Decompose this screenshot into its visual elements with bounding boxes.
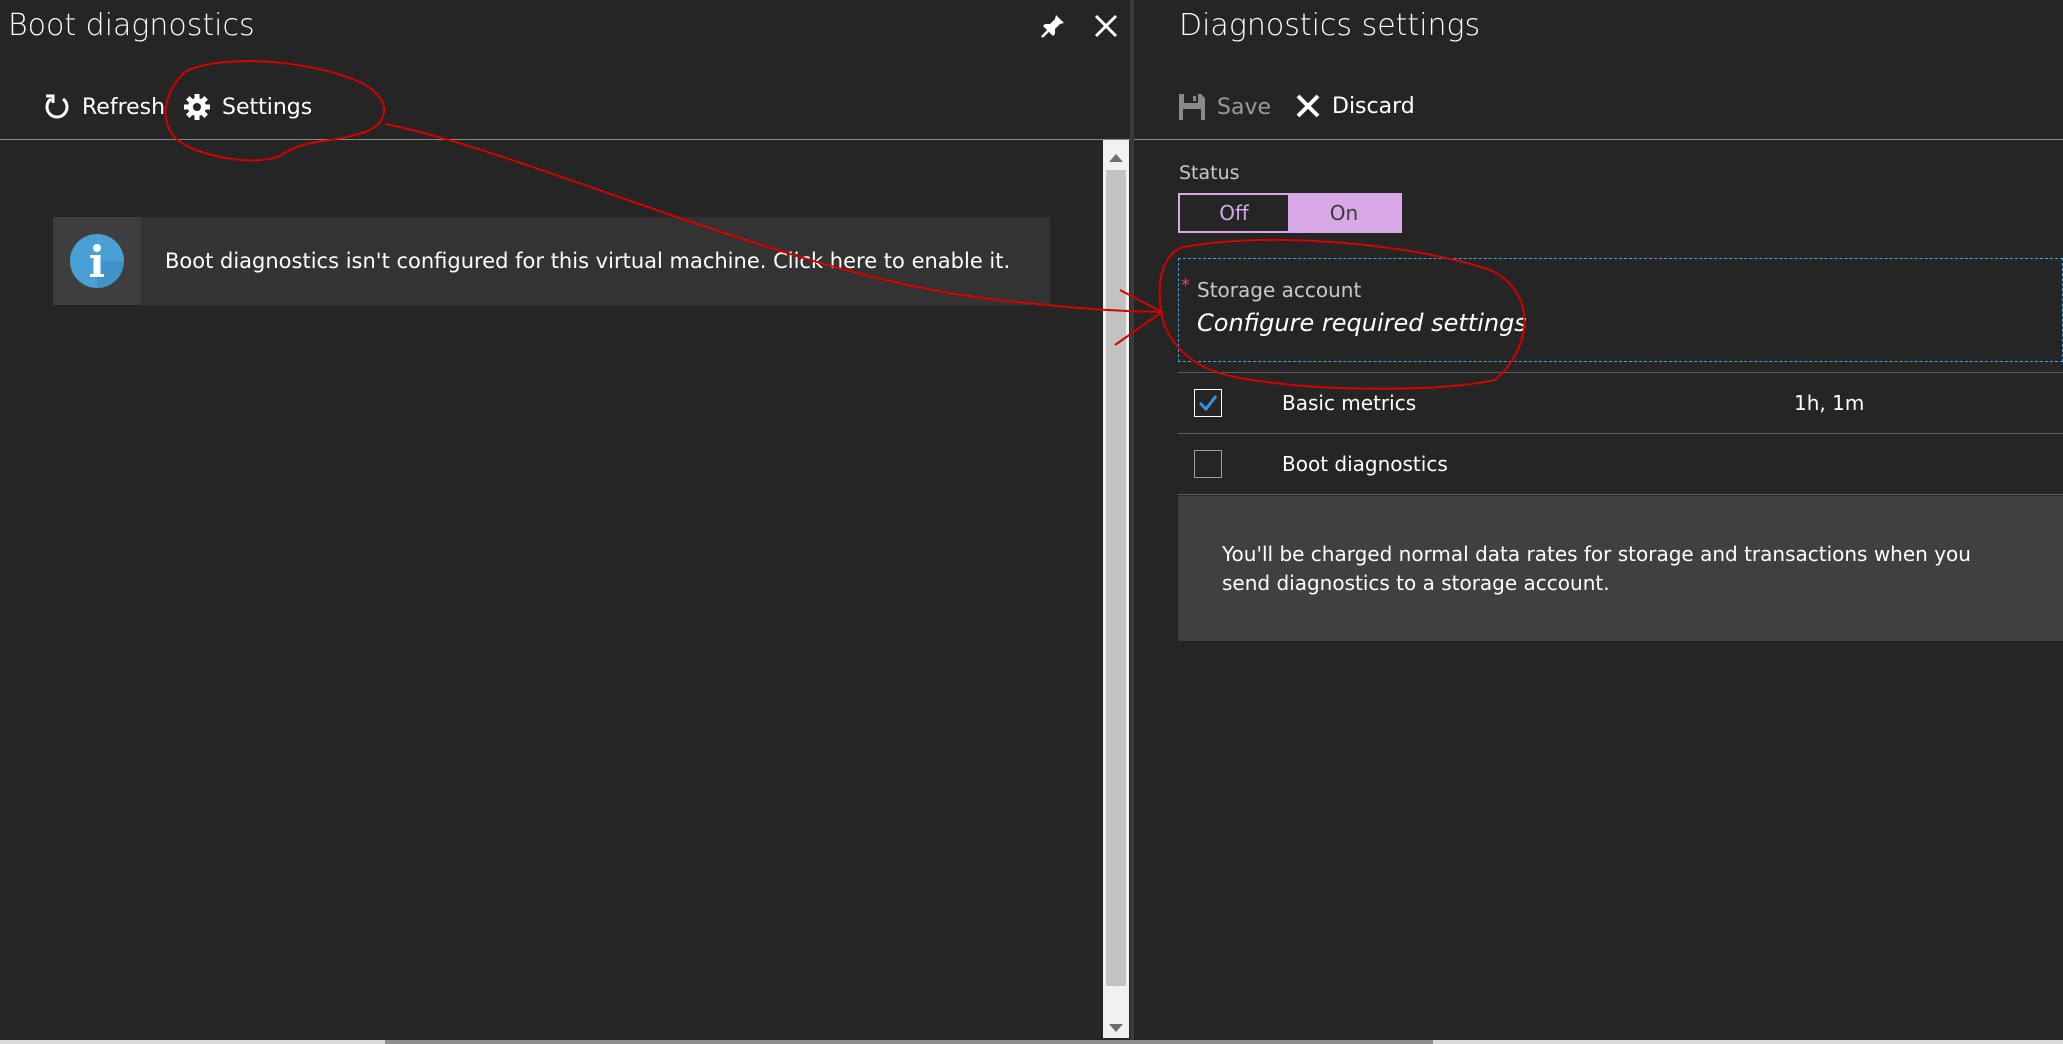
info-banner-text: Boot diagnostics isn't configured for th… [165,249,1011,273]
close-icon [1294,92,1322,120]
toolbar-divider [0,139,1130,140]
save-label: Save [1217,94,1272,120]
discard-label: Discard [1332,93,1415,119]
charges-note: You'll be charged normal data rates for … [1178,496,2063,641]
horizontal-scroll-thumb[interactable] [385,1040,1433,1044]
charges-note-text: You'll be charged normal data rates for … [1222,542,1971,595]
toolbar-divider [1134,139,2063,140]
save-icon [1177,92,1207,122]
basic-metrics-checkbox[interactable] [1194,389,1222,417]
info-icon-container [53,217,141,305]
gear-icon [182,92,212,122]
status-label: Status [1179,162,1240,184]
option-row-basic-metrics[interactable]: Basic metrics 1h, 1m [1178,373,2063,434]
blade-title: Diagnostics settings [1179,8,1481,43]
refresh-label: Refresh [82,94,166,120]
horizontal-scrollbar[interactable] [0,1040,2063,1044]
status-toggle[interactable]: Off On [1178,193,1402,233]
scroll-thumb[interactable] [1106,170,1126,986]
required-marker: * [1181,275,1190,296]
boot-diagnostics-blade: Boot diagnostics Refresh Settings Boot d… [0,0,1130,1040]
status-off-option[interactable]: Off [1180,195,1288,231]
settings-label: Settings [222,94,313,120]
storage-account-label: Storage account [1197,278,1362,302]
storage-account-field[interactable]: * Storage account Configure required set… [1178,258,2063,362]
boot-diagnostics-info-banner[interactable]: Boot diagnostics isn't configured for th… [53,217,1050,305]
settings-button[interactable]: Settings [182,92,312,122]
pin-icon[interactable] [1039,12,1067,40]
boot-diagnostics-label: Boot diagnostics [1282,452,1448,476]
scroll-down-arrow-icon[interactable] [1108,1018,1124,1037]
checkmark-icon [1197,392,1219,414]
refresh-icon [42,92,72,122]
status-on-option[interactable]: On [1288,195,1400,231]
close-icon[interactable] [1092,12,1120,40]
basic-metrics-value: 1h, 1m [1794,391,1865,415]
scroll-up-arrow-icon[interactable] [1108,148,1124,167]
boot-diagnostics-checkbox[interactable] [1194,450,1222,478]
blade-title: Boot diagnostics [8,8,255,43]
refresh-button[interactable]: Refresh [42,92,165,122]
save-button[interactable]: Save [1177,92,1271,122]
option-row-boot-diagnostics[interactable]: Boot diagnostics [1178,434,2063,495]
storage-account-value: Configure required settings [1197,309,1527,337]
diagnostics-settings-blade: Diagnostics settings Save Discard Status… [1134,0,2063,1040]
info-icon [69,233,125,289]
discard-button[interactable]: Discard [1294,92,1415,120]
basic-metrics-label: Basic metrics [1282,391,1417,415]
vertical-scrollbar[interactable] [1103,140,1129,1038]
